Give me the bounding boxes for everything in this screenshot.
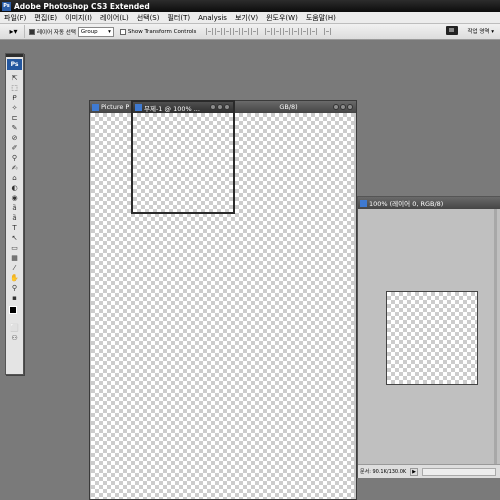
- align-vcenter-icon[interactable]: [215, 28, 223, 35]
- move-tool[interactable]: ⇱: [6, 73, 23, 83]
- quick-mask-icon[interactable]: ⬜: [6, 323, 23, 333]
- align-bottom-icon[interactable]: [224, 28, 232, 35]
- document-window-untitled[interactable]: 무제-1 @ 100% ...: [131, 100, 235, 214]
- toolbox: Ps ⇱ ⬚ ᑭ ✧ ⊏ ✎ ⊘ ✐ ⚲ ✍ ⌂ ◐ ◉ ȁ ȁ T ↖ ▭ ▦…: [5, 53, 24, 375]
- menu-help[interactable]: 도움말(H): [306, 13, 336, 23]
- brush-tool[interactable]: ✐: [6, 143, 23, 153]
- document-canvas[interactable]: [133, 113, 233, 212]
- distribute-bottom-icon[interactable]: [283, 28, 291, 35]
- distribute-right-icon[interactable]: [310, 28, 318, 35]
- 3d-tool[interactable]: ⁄: [6, 263, 23, 273]
- ps-logo[interactable]: Ps: [7, 59, 22, 70]
- magic-wand-tool[interactable]: ✧: [6, 103, 23, 113]
- menu-window[interactable]: 윈도우(W): [266, 13, 298, 23]
- healing-brush-tool[interactable]: ⊘: [6, 133, 23, 143]
- status-bar: 문서: 90.1K/130.0K ▶: [358, 464, 500, 478]
- auto-select-dropdown[interactable]: Group ▾: [77, 26, 114, 37]
- close-icon[interactable]: [224, 104, 230, 110]
- marquee-tool[interactable]: ⬚: [6, 83, 23, 93]
- history-brush-tool[interactable]: ✍: [6, 163, 23, 173]
- eraser-tool[interactable]: ⌂: [6, 173, 23, 183]
- document-icon: [360, 199, 367, 207]
- show-transform-checkbox[interactable]: [119, 28, 126, 35]
- type-tool[interactable]: T: [6, 223, 23, 233]
- shape-tool[interactable]: ▭: [6, 243, 23, 253]
- menu-edit[interactable]: 편집(E): [34, 13, 57, 23]
- toolbox-grip[interactable]: [6, 54, 23, 57]
- screen-mode-icon[interactable]: ⚇: [6, 333, 23, 343]
- document-icon: [135, 104, 142, 111]
- clone-stamp-tool[interactable]: ⚲: [6, 153, 23, 163]
- align-hcenter-icon[interactable]: [242, 28, 250, 35]
- distribute-hcenter-icon[interactable]: [301, 28, 309, 35]
- workspace-button[interactable]: 작업 영역 ▾: [468, 27, 495, 35]
- menu-analysis[interactable]: Analysis: [198, 14, 227, 22]
- menu-bar: 파일(F) 편집(E) 이미지(I) 레이어(L) 선택(S) 필터(T) An…: [0, 12, 500, 24]
- document-title: Picture P: [101, 103, 130, 111]
- path-selection-tool[interactable]: ↖: [6, 233, 23, 243]
- status-menu-arrow-icon[interactable]: ▶: [410, 467, 419, 476]
- menu-layer[interactable]: 레이어(L): [100, 13, 129, 23]
- align-right-icon[interactable]: [251, 28, 259, 35]
- document-title: 무제-1 @ 100% ...: [144, 104, 200, 113]
- lasso-tool[interactable]: ᑭ: [6, 93, 23, 103]
- menu-select[interactable]: 선택(S): [137, 13, 160, 23]
- blur-tool[interactable]: ◉: [6, 193, 23, 203]
- photoshop-app-icon: Ps: [2, 1, 11, 11]
- menu-filter[interactable]: 필터(T): [167, 13, 190, 23]
- align-left-icon[interactable]: [233, 28, 241, 35]
- pen-tool[interactable]: ȁ: [6, 213, 23, 223]
- zoom-tool[interactable]: ⚲: [6, 283, 23, 293]
- menu-view[interactable]: 보기(V): [235, 13, 258, 23]
- maximize-icon[interactable]: [217, 104, 223, 110]
- notes-tool[interactable]: ▦: [6, 253, 23, 263]
- dodge-tool[interactable]: ȁ: [6, 203, 23, 213]
- minimize-icon[interactable]: [333, 104, 339, 110]
- auto-align-icon[interactable]: [324, 28, 332, 35]
- window-buttons: [209, 104, 230, 110]
- document-size-status: 문서: 90.1K/130.0K: [360, 469, 407, 475]
- distribute-left-icon[interactable]: [292, 28, 300, 35]
- align-buttons: [206, 28, 260, 35]
- align-top-icon[interactable]: [206, 28, 214, 35]
- hand-tool[interactable]: ✋: [6, 273, 23, 283]
- document-title-suffix: GB/8): [279, 103, 298, 111]
- document-icon: [92, 103, 99, 111]
- minimize-icon[interactable]: [210, 104, 216, 110]
- auto-select-label: 레이어 자동 선택: [37, 29, 76, 36]
- eyedropper-tool[interactable]: ✎: [6, 123, 23, 133]
- app-title: Adobe Photoshop CS3 Extended: [14, 1, 150, 11]
- document-canvas[interactable]: [386, 291, 478, 385]
- horizontal-scrollbar[interactable]: [422, 467, 496, 476]
- document-window-layer0[interactable]: 100% (레이어 0, RGB/8) 문서: 90.1K/130.0K ▶: [357, 196, 500, 478]
- distribute-top-icon[interactable]: [265, 28, 273, 35]
- move-tool-preset-button[interactable]: ▸▾: [3, 25, 25, 38]
- menu-file[interactable]: 파일(F): [4, 13, 26, 23]
- distribute-buttons: [265, 28, 319, 35]
- color-swatches: [6, 305, 23, 323]
- crop-tool[interactable]: ⊏: [6, 113, 23, 123]
- workspace-area: 작업 영역 ▾: [445, 26, 495, 35]
- menu-image[interactable]: 이미지(I): [65, 13, 92, 23]
- show-transform-label: Show Transform Controls: [127, 28, 197, 35]
- app-title-bar: Ps Adobe Photoshop CS3 Extended: [0, 0, 500, 12]
- maximize-icon[interactable]: [340, 104, 346, 110]
- auto-select-checkbox[interactable]: [29, 28, 35, 35]
- close-icon[interactable]: [347, 104, 353, 110]
- auto-select-value: Group: [80, 28, 98, 35]
- palette-well-icon[interactable]: [445, 26, 458, 35]
- options-bar: ▸▾ 레이어 자동 선택 Group ▾ Show Transform Cont…: [0, 24, 500, 40]
- window-buttons: [332, 104, 353, 110]
- vertical-scrollbar[interactable]: [494, 209, 497, 464]
- paint-bucket-tool[interactable]: ◐: [6, 183, 23, 193]
- default-colors-icon[interactable]: ▪: [6, 293, 23, 303]
- document-title: 100% (레이어 0, RGB/8): [369, 200, 444, 208]
- foreground-color-swatch[interactable]: [9, 306, 17, 314]
- chevron-down-icon: ▾: [108, 28, 111, 35]
- distribute-vcenter-icon[interactable]: [274, 28, 282, 35]
- document-title-bar[interactable]: 100% (레이어 0, RGB/8): [358, 197, 500, 209]
